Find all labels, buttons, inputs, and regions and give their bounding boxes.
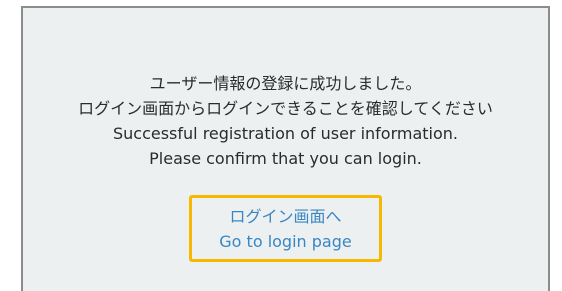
success-message-en: Successful registration of user informat… [112,124,459,143]
success-message: ユーザー情報の登録に成功しました。 ログイン画面からログインできることを確認して… [23,71,548,171]
login-link-ja[interactable]: ログイン画面へ [192,204,379,229]
confirm-login-message-en: Please confirm that you can login. [149,149,422,168]
confirm-login-message-ja: ログイン画面からログインできることを確認してください [78,99,493,118]
registration-success-panel: ユーザー情報の登録に成功しました。 ログイン画面からログインできることを確認して… [21,6,550,291]
login-link-highlight: ログイン画面へ Go to login page [189,195,382,262]
login-link-en[interactable]: Go to login page [192,229,379,254]
success-message-ja: ユーザー情報の登録に成功しました。 [149,74,422,93]
